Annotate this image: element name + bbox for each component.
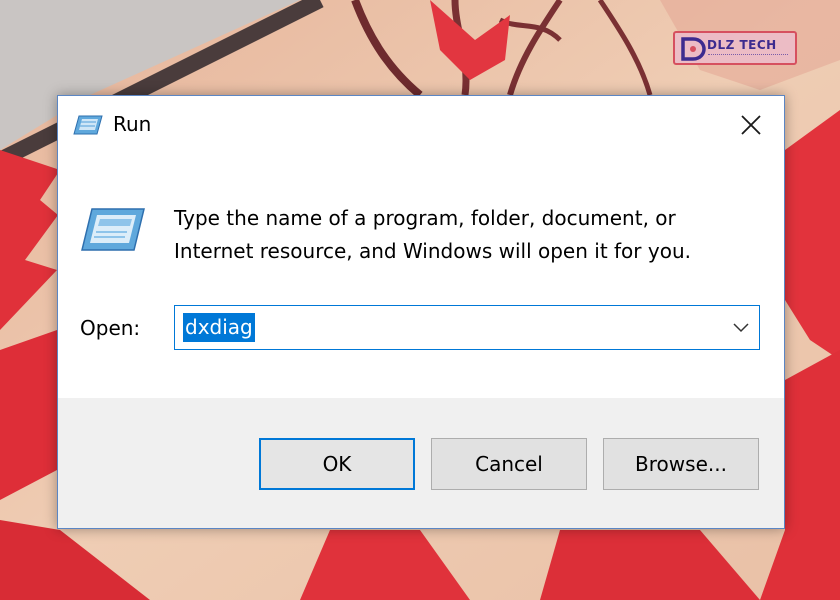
ok-button[interactable]: OK	[259, 438, 415, 490]
cancel-button[interactable]: Cancel	[431, 438, 587, 490]
logo-mark-icon	[681, 37, 706, 61]
button-bar: OK Cancel Browse...	[58, 398, 784, 528]
title-bar[interactable]: Run	[58, 96, 784, 154]
dlz-tech-logo: DLZ TECH	[673, 31, 797, 65]
run-dialog: Run Type the name of a program, folder, …	[57, 95, 785, 529]
open-combobox[interactable]: dxdiag	[174, 305, 760, 350]
instruction-line: Internet resource, and Windows will open…	[174, 239, 691, 263]
close-icon	[741, 115, 761, 135]
run-app-icon	[80, 206, 146, 258]
open-input[interactable]: dxdiag	[183, 313, 255, 342]
dropdown-button[interactable]	[729, 316, 753, 340]
chevron-down-icon	[733, 323, 749, 333]
instruction-line: Type the name of a program, folder, docu…	[174, 206, 676, 230]
browse-button[interactable]: Browse...	[603, 438, 759, 490]
logo-text: DLZ TECH	[707, 38, 777, 52]
run-app-icon	[73, 114, 103, 140]
dialog-title: Run	[113, 112, 152, 136]
instruction-text: Type the name of a program, folder, docu…	[174, 202, 754, 268]
logo-tagline-line	[708, 54, 788, 57]
close-button[interactable]	[726, 104, 776, 146]
open-label: Open:	[80, 316, 141, 340]
